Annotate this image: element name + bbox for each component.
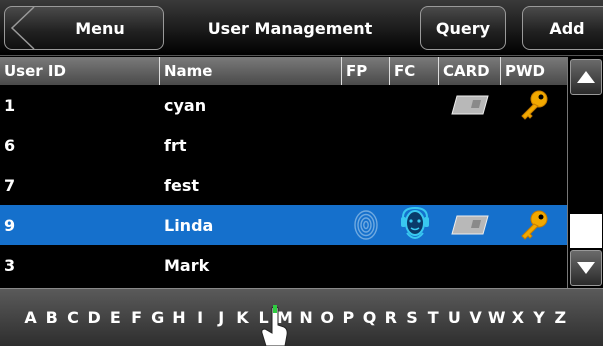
cell-card — [439, 245, 501, 285]
table-row[interactable]: 9 Linda — [0, 205, 567, 245]
alphabet-letter-f[interactable]: F — [126, 308, 147, 327]
alphabet-letter-s[interactable]: S — [401, 308, 422, 327]
alphabet-letter-r[interactable]: R — [380, 308, 401, 327]
alphabet-letter-k[interactable]: K — [232, 308, 253, 327]
query-button-label: Query — [435, 18, 491, 38]
alphabet-letter-e[interactable]: E — [105, 308, 126, 327]
column-header-pwd: PWD — [505, 62, 545, 80]
menu-button[interactable]: Menu — [4, 6, 164, 50]
scroll-up-button[interactable] — [570, 59, 602, 95]
alphabet-letter-y[interactable]: Y — [529, 308, 550, 327]
alphabet-index-bar: ABCDEFGHIJKLMNOPQRSTUVWXYZ — [0, 288, 603, 346]
column-header-card: CARD — [439, 57, 501, 85]
cell-fc — [390, 125, 439, 165]
table-row[interactable]: 7 fest — [0, 165, 567, 205]
scroll-thumb[interactable] — [570, 214, 602, 248]
table-row[interactable]: 6 frt — [0, 125, 567, 165]
column-header-user-id: User ID — [0, 57, 160, 85]
cell-fp — [342, 125, 390, 165]
face-icon — [400, 207, 429, 239]
alphabet-letter-u[interactable]: U — [444, 308, 465, 327]
card-icon — [451, 215, 489, 235]
top-bar: Menu User Management Query Add — [0, 0, 603, 56]
cell-fc — [390, 245, 439, 285]
alphabet-letter-w[interactable]: W — [486, 308, 507, 327]
alphabet-letter-i[interactable]: I — [190, 308, 211, 327]
cell-card — [439, 125, 501, 165]
column-header-fc: FC — [390, 57, 439, 85]
alphabet-letter-h[interactable]: H — [168, 308, 189, 327]
cell-user-id: 1 — [4, 95, 16, 115]
cell-card — [439, 85, 501, 125]
alphabet-letter-b[interactable]: B — [41, 308, 62, 327]
alphabet-letter-t[interactable]: T — [423, 308, 444, 327]
scroll-down-button[interactable] — [570, 250, 602, 286]
cell-pwd — [501, 85, 567, 125]
alphabet-letter-v[interactable]: V — [465, 308, 486, 327]
cell-fp — [342, 205, 390, 245]
triangle-down-icon — [577, 262, 595, 274]
column-header-name: Name — [160, 57, 342, 85]
cell-user-id: 6 — [4, 135, 16, 155]
cell-fp — [342, 165, 390, 205]
page-title: User Management — [207, 18, 373, 38]
hand-pointer-icon — [261, 305, 288, 346]
alphabet-letter-j[interactable]: J — [211, 308, 232, 327]
scrollbar[interactable] — [567, 57, 603, 288]
triangle-up-icon — [577, 71, 595, 83]
cell-pwd — [501, 125, 567, 165]
cell-name: cyan — [164, 95, 207, 115]
alphabet-letter-o[interactable]: O — [317, 308, 338, 327]
cell-name: frt — [164, 135, 187, 155]
menu-button-label: Menu — [75, 18, 125, 38]
cell-user-id: 9 — [4, 215, 16, 235]
cell-fc — [390, 85, 439, 125]
alphabet-letter-z[interactable]: Z — [550, 308, 571, 327]
alphabet-letter-p[interactable]: P — [338, 308, 359, 327]
cell-fc — [390, 165, 439, 205]
cell-fc — [390, 205, 439, 245]
table-row[interactable]: 3 Mark — [0, 245, 567, 285]
table-row[interactable]: 1 cyan — [0, 85, 567, 125]
alphabet-letter-g[interactable]: G — [147, 308, 168, 327]
alphabet-letter-c[interactable]: C — [62, 308, 83, 327]
fingerprint-icon — [354, 210, 378, 240]
cell-fp — [342, 245, 390, 285]
cell-user-id: 7 — [4, 175, 16, 195]
cell-card — [439, 205, 501, 245]
cell-name: fest — [164, 175, 199, 195]
alphabet-letter-n[interactable]: N — [295, 308, 316, 327]
user-table: User ID Name FP FC CARD PWD 1 cyan 6 frt 7 fe… — [0, 57, 567, 285]
cell-pwd — [501, 205, 567, 245]
back-arrow-icon — [10, 6, 35, 50]
cell-name: Linda — [164, 215, 214, 235]
cell-card — [439, 165, 501, 205]
cell-user-id: 3 — [4, 255, 16, 275]
card-icon — [451, 95, 489, 115]
table-header: User ID Name FP FC CARD PWD — [0, 57, 567, 85]
query-button[interactable]: Query — [420, 6, 506, 50]
add-button[interactable]: Add — [522, 6, 603, 50]
table-body: 1 cyan 6 frt 7 fest 9 Linda 3 Mark — [0, 85, 567, 285]
key-icon — [521, 210, 548, 240]
cell-pwd — [501, 245, 567, 285]
key-icon — [521, 90, 548, 120]
alphabet-letter-x[interactable]: X — [507, 308, 528, 327]
alphabet-letter-q[interactable]: Q — [359, 308, 380, 327]
add-button-label: Add — [549, 18, 585, 38]
column-header-fp: FP — [342, 57, 390, 85]
cell-pwd — [501, 165, 567, 205]
cell-fp — [342, 85, 390, 125]
alphabet-letter-a[interactable]: A — [20, 308, 41, 327]
cell-name: Mark — [164, 255, 210, 275]
alphabet-letter-d[interactable]: D — [84, 308, 105, 327]
